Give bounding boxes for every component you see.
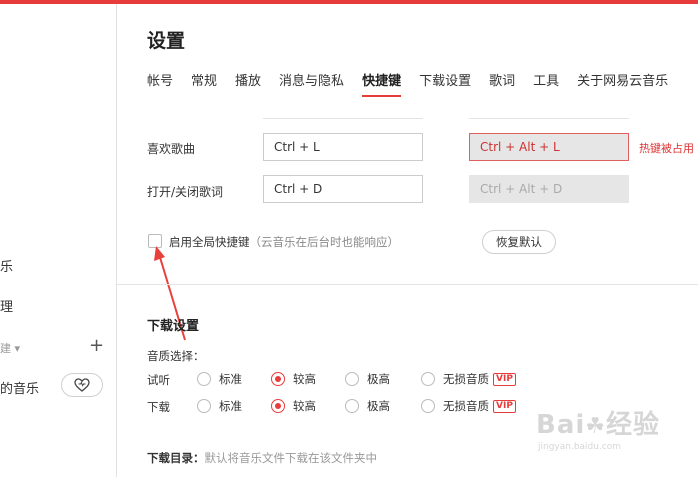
triangle-down-icon: ▾ — [14, 342, 21, 355]
tab-download-settings[interactable]: 下载设置 — [419, 70, 471, 97]
download-quality-extreme[interactable]: 极高 — [345, 398, 390, 414]
option-label: 无损音质 — [443, 372, 489, 386]
radio-icon — [345, 399, 359, 413]
radio-icon — [421, 372, 435, 386]
download-directory: 下载目录：默认将音乐文件下载在该文件夹中 — [147, 450, 377, 466]
download-quality-standard[interactable]: 标准 — [197, 398, 242, 414]
radio-icon — [345, 372, 359, 386]
download-settings-title: 下载设置 — [147, 319, 200, 334]
download-directory-hint: 默认将音乐文件下载在该文件夹中 — [204, 451, 378, 465]
global-shortcut-toggle-lyrics[interactable]: Ctrl + Alt + D — [469, 175, 629, 203]
tab-tools[interactable]: 工具 — [533, 70, 559, 97]
option-label: 极高 — [367, 399, 390, 413]
tab-lyrics[interactable]: 歌词 — [489, 70, 515, 97]
listen-quality-standard[interactable]: 标准 — [197, 371, 242, 387]
sidebar-item-liked-music[interactable]: 的音乐 — [0, 378, 39, 397]
baidu-jingyan-watermark: Bai☘经验 jingyan.baidu.com — [536, 404, 661, 452]
quality-row-label-download: 下载 — [147, 400, 170, 414]
heart-mode-button[interactable] — [61, 373, 103, 397]
section-divider — [117, 284, 698, 285]
local-shortcut-like-song[interactable]: Ctrl + L — [263, 133, 423, 161]
column-divider — [263, 118, 423, 119]
quality-row-label-listen: 试听 — [147, 373, 170, 387]
heart-icon — [74, 378, 90, 392]
hotkey-conflict-warning: 热键被占用 — [639, 142, 694, 155]
tab-general[interactable]: 常规 — [191, 70, 217, 97]
tab-messages-privacy[interactable]: 消息与隐私 — [279, 70, 344, 97]
shortcut-label-toggle-lyrics: 打开/关闭歌词 — [147, 185, 224, 199]
listen-quality-higher[interactable]: 较高 — [271, 371, 316, 387]
sidebar-item-music[interactable]: 乐 — [0, 256, 13, 275]
global-shortcut-like-song[interactable]: Ctrl + Alt + L — [469, 133, 629, 161]
listen-quality-lossless[interactable]: 无损音质 VIP — [421, 371, 516, 387]
sidebar-section-created-playlists[interactable]: 建 ▾ — [0, 340, 20, 356]
tab-shortcuts[interactable]: 快捷键 — [362, 70, 402, 97]
column-divider — [469, 118, 629, 119]
tab-playback[interactable]: 播放 — [235, 70, 261, 97]
download-quality-lossless[interactable]: 无损音质 VIP — [421, 398, 516, 414]
sidebar-section-label: 建 — [0, 342, 11, 355]
sidebar-item-manage[interactable]: 理 — [0, 296, 13, 315]
radio-selected-icon — [271, 372, 285, 386]
tab-about[interactable]: 关于网易云音乐 — [577, 70, 668, 97]
restore-defaults-button[interactable]: 恢复默认 — [482, 230, 556, 254]
option-label: 较高 — [293, 372, 316, 386]
option-label: 标准 — [219, 399, 242, 413]
option-label: 标准 — [219, 372, 242, 386]
download-quality-higher[interactable]: 较高 — [271, 398, 316, 414]
plus-icon[interactable]: + — [89, 337, 104, 355]
download-directory-label: 下载目录： — [147, 451, 205, 465]
option-label: 无损音质 — [443, 399, 489, 413]
radio-selected-icon — [271, 399, 285, 413]
sidebar: 乐 理 建 ▾ + 的音乐 — [0, 4, 117, 477]
shortcut-label-like-song: 喜欢歌曲 — [147, 142, 196, 156]
watermark-url: jingyan.baidu.com — [538, 442, 622, 452]
page-title: 设置 — [147, 30, 186, 52]
quality-select-label: 音质选择： — [147, 349, 205, 363]
option-label: 较高 — [293, 399, 316, 413]
option-label: 极高 — [367, 372, 390, 386]
enable-global-hint: （云音乐在后台时也能响应） — [249, 235, 400, 249]
vip-badge: VIP — [493, 372, 516, 386]
radio-icon — [421, 399, 435, 413]
radio-icon — [197, 399, 211, 413]
local-shortcut-toggle-lyrics[interactable]: Ctrl + D — [263, 175, 423, 203]
settings-tabs: 帐号 常规 播放 消息与隐私 快捷键 下载设置 歌词 工具 关于网易云音乐 — [147, 70, 686, 98]
enable-global-shortcuts-label[interactable]: 启用全局快捷键（云音乐在后台时也能响应） — [169, 234, 399, 250]
vip-badge: VIP — [493, 399, 516, 413]
radio-icon — [197, 372, 211, 386]
tab-account[interactable]: 帐号 — [147, 70, 173, 97]
listen-quality-extreme[interactable]: 极高 — [345, 371, 390, 387]
watermark-logo-icon: Bai☘经验 — [536, 410, 661, 440]
